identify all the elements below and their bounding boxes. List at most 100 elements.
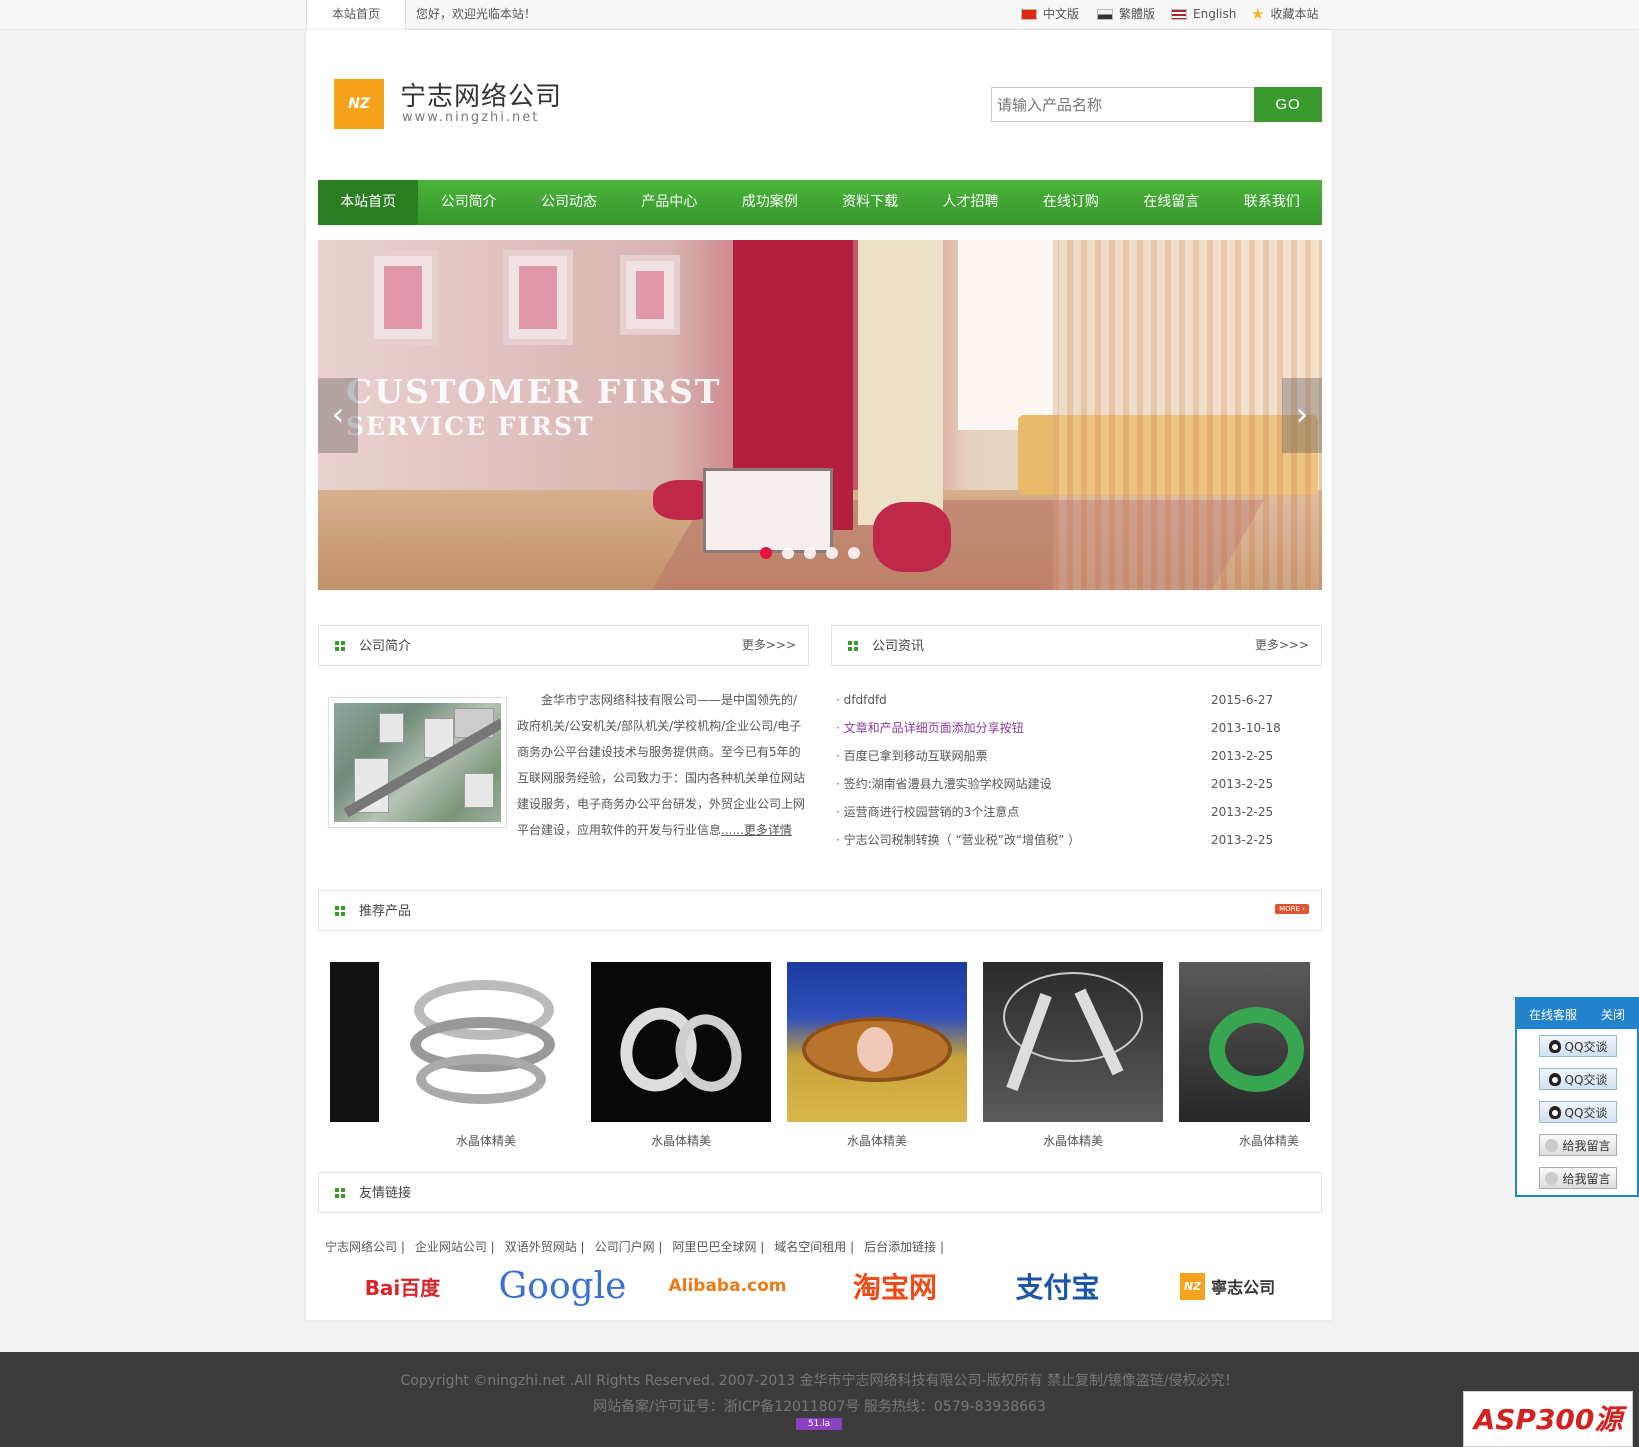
banner-dot[interactable] — [760, 547, 772, 559]
banner-subline: SERVICE FIRST — [346, 412, 595, 441]
leave-message-button[interactable]: 给我留言 — [1539, 1134, 1617, 1156]
online-service-panel: 在线客服 关闭 QQ交谈 QQ交谈 QQ交谈 给我留言 给我留言 — [1515, 997, 1639, 1197]
qq-chat-button[interactable]: QQ交谈 — [1539, 1035, 1617, 1057]
ningzhi-logo[interactable]: NZ 寧志公司 — [1165, 1264, 1290, 1308]
product-image[interactable] — [591, 962, 771, 1122]
grid-icon — [335, 1188, 345, 1198]
qq-icon — [1548, 1105, 1561, 1119]
qq-chat-button[interactable]: QQ交谈 — [1539, 1101, 1617, 1123]
taobao-logo[interactable]: 淘宝网 — [830, 1264, 960, 1308]
china-flag-icon — [1021, 8, 1037, 20]
nav-item-cases[interactable]: 成功案例 — [720, 180, 820, 225]
news-item[interactable]: · 签约:湖南省澧县九澧实验学校网站建设 2013-2-25 — [836, 770, 1291, 798]
news-item[interactable]: · 宁志公司税制转换（ “营业税”改“增值税” ） 2013-2-25 — [836, 826, 1291, 854]
product-image[interactable] — [787, 962, 967, 1122]
grid-icon — [335, 906, 345, 916]
lang-tw-label: 繁體版 — [1119, 7, 1156, 21]
links-section-header: 友情链接 — [318, 1172, 1322, 1213]
top-bar — [0, 0, 1639, 30]
about-body: 金华市宁志网络科技有限公司——是中国领先的/政府机关/公安机关/部队机关/学校机… — [517, 693, 806, 837]
banner-dot[interactable] — [826, 547, 838, 559]
main-nav: 本站首页 公司简介 公司动态 产品中心 成功案例 资料下载 人才招聘 在线订购 … — [318, 180, 1322, 225]
baidu-logo[interactable]: Bai百度 — [340, 1264, 465, 1308]
leave-message-button[interactable]: 给我留言 — [1539, 1167, 1617, 1189]
nav-item-jobs[interactable]: 人才招聘 — [920, 180, 1020, 225]
nz-logo-icon: NZ — [1179, 1272, 1206, 1300]
lang-en-link[interactable]: English — [1171, 0, 1236, 28]
lang-cn-label: 中文版 — [1043, 7, 1080, 21]
banner-dot[interactable] — [848, 547, 860, 559]
news-item[interactable]: · 运营商进行校园营销的3个注意点 2013-2-25 — [836, 798, 1291, 826]
friend-link[interactable]: 后台添加链接 | — [864, 1238, 944, 1255]
news-more-link[interactable]: 更多>>> — [1255, 626, 1309, 664]
stats-badge[interactable]: 51.la — [796, 1418, 842, 1430]
nav-item-home[interactable]: 本站首页 — [318, 180, 419, 225]
banner-dot[interactable] — [782, 547, 794, 559]
nav-item-message[interactable]: 在线留言 — [1121, 180, 1221, 225]
alipay-logo[interactable]: 支付宝 — [995, 1264, 1120, 1308]
watermark-logo[interactable]: ASP300源码 — [1463, 1391, 1633, 1447]
about-image — [328, 697, 507, 828]
friend-links: 宁志网络公司 | 企业网站公司 | 双语外贸网站 | 公司门户网 | 阿里巴巴全… — [325, 1238, 954, 1255]
nav-item-news[interactable]: 公司动态 — [519, 180, 619, 225]
about-detail-link[interactable]: ......更多详情 — [721, 823, 792, 837]
friend-link[interactable]: 企业网站公司 | — [415, 1238, 495, 1255]
nav-item-about[interactable]: 公司简介 — [418, 180, 518, 225]
service-title: 在线客服 — [1528, 1007, 1577, 1022]
products-section-header: 推荐产品 MORE › — [318, 890, 1322, 931]
product-image[interactable] — [983, 962, 1163, 1122]
logo-title[interactable]: 宁志网络公司 — [400, 76, 562, 113]
banner-dot[interactable] — [804, 547, 816, 559]
friend-link[interactable]: 域名空间租用 | — [774, 1238, 854, 1255]
about-more-link[interactable]: 更多>>> — [742, 626, 796, 664]
nav-item-order[interactable]: 在线订购 — [1021, 180, 1121, 225]
favorite-link[interactable]: ★ 收藏本站 — [1251, 0, 1318, 28]
search-button[interactable]: GO — [1254, 87, 1322, 122]
service-header: 在线客服 关闭 — [1517, 999, 1637, 1029]
nav-item-downloads[interactable]: 资料下载 — [820, 180, 920, 225]
google-logo[interactable]: Google — [495, 1264, 630, 1308]
product-image[interactable] — [1179, 962, 1310, 1122]
friend-link[interactable]: 宁志网络公司 | — [325, 1238, 405, 1255]
favorite-label: 收藏本站 — [1270, 7, 1319, 21]
friend-link[interactable]: 公司门户网 | — [595, 1238, 663, 1255]
lang-cn-link[interactable]: 中文版 — [1021, 0, 1079, 28]
hk-flag-icon — [1097, 8, 1113, 20]
search-input[interactable] — [991, 87, 1255, 122]
footer-icp: 网站备案/许可证号：浙ICP备12011807号 服务热线：0579-83938… — [593, 1399, 1046, 1415]
news-item[interactable]: · 百度已拿到移动互联网船票 2013-2-25 — [836, 742, 1291, 770]
links-title: 友情链接 — [359, 1186, 412, 1201]
lang-tw-link[interactable]: 繁體版 — [1097, 0, 1155, 28]
top-home-link[interactable]: 本站首页 — [306, 0, 406, 30]
welcome-text: 您好，欢迎光临本站！ — [416, 7, 537, 21]
news-section-header: 公司资讯 更多>>> — [831, 625, 1322, 666]
alibaba-logo[interactable]: Alibaba.com — [660, 1264, 795, 1308]
qq-chat-button[interactable]: QQ交谈 — [1539, 1068, 1617, 1090]
banner-slider[interactable]: CUSTOMER FIRST SERVICE FIRST ‹ › — [318, 240, 1322, 590]
news-item[interactable]: · 文章和产品详细页面添加分享按钮 2013-10-18 — [836, 714, 1291, 742]
friend-link[interactable]: 阿里巴巴全球网 | — [672, 1238, 764, 1255]
lang-en-label: English — [1193, 7, 1237, 21]
product-caption[interactable]: 水晶体精美 — [983, 1132, 1163, 1149]
nav-item-products[interactable]: 产品中心 — [619, 180, 719, 225]
banner-next-button[interactable]: › — [1282, 378, 1322, 453]
ningzhi-logo-label: 寧志公司 — [1211, 1278, 1276, 1297]
product-image[interactable] — [396, 962, 576, 1122]
product-image-partial[interactable] — [330, 962, 379, 1122]
grid-icon — [335, 641, 345, 651]
product-caption[interactable]: 水晶体精美 — [1179, 1132, 1359, 1149]
products-more-button[interactable]: MORE › — [1275, 904, 1309, 914]
product-caption[interactable]: 水晶体精美 — [591, 1132, 771, 1149]
banner-prev-button[interactable]: ‹ — [318, 378, 358, 453]
logo-icon[interactable]: NZ — [334, 79, 384, 129]
footer-copyright: Copyright ©ningzhi.net .All Rights Reser… — [400, 1373, 1239, 1389]
product-caption[interactable]: 水晶体精美 — [396, 1132, 576, 1149]
about-text: 金华市宁志网络科技有限公司——是中国领先的/政府机关/公安机关/部队机关/学校机… — [517, 687, 809, 843]
about-section-header: 公司简介 更多>>> — [318, 625, 809, 666]
service-close-button[interactable]: 关闭 — [1601, 1006, 1625, 1023]
qq-icon — [1548, 1039, 1561, 1053]
friend-link[interactable]: 双语外贸网站 | — [505, 1238, 585, 1255]
news-item[interactable]: · dfdfdfd 2015-6-27 — [836, 686, 1291, 714]
nav-item-contact[interactable]: 联系我们 — [1222, 180, 1322, 225]
product-caption[interactable]: 水晶体精美 — [787, 1132, 967, 1149]
